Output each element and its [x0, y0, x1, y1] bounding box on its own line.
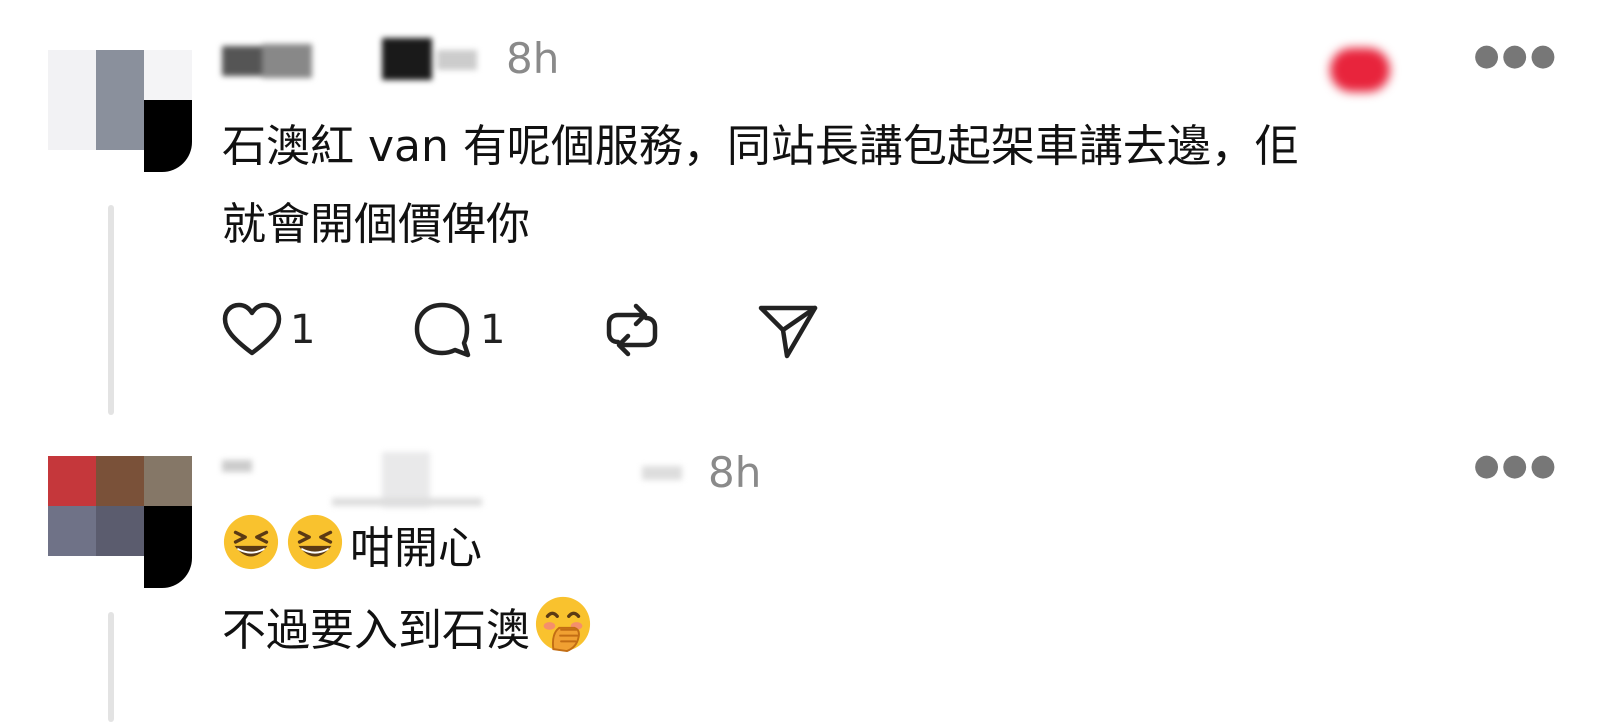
thread-line: [108, 612, 114, 722]
like-count: 1: [290, 307, 316, 353]
speech-bubble-icon: [414, 302, 471, 358]
reply-count: 1: [480, 307, 506, 353]
repost-button[interactable]: [602, 300, 757, 360]
post-header: 8h: [222, 446, 1562, 508]
username-redacted[interactable]: [222, 452, 692, 508]
reply-post-2: 8h ●●● 咁開心 不過要入到石澳: [0, 440, 1600, 722]
post-text-segment: 咁開心: [350, 523, 482, 574]
reply-post-1: 8h ●●● 石澳紅 van 有呢個服務，同站長講包起架車講去邊，佢 就會開個價…: [0, 0, 1600, 420]
avatar[interactable]: [48, 444, 192, 588]
post-text-line: 不過要入到石澳: [222, 592, 598, 670]
grinning-squinting-face-icon: [223, 514, 279, 570]
post-text-line: 石澳紅 van 有呢個服務，同站長講包起架車講去邊，佢: [222, 121, 1299, 172]
post-text-line: 就會開個價俾你: [222, 199, 530, 250]
post-text: 石澳紅 van 有呢個服務，同站長講包起架車講去邊，佢 就會開個價俾你: [222, 108, 1299, 264]
timestamp: 8h: [506, 34, 560, 83]
more-options-icon[interactable]: ●●●: [1473, 448, 1558, 483]
face-with-hand-over-mouth-icon: [535, 596, 591, 653]
repost-icon: [606, 303, 658, 357]
post-text-line: 咁開心: [222, 510, 598, 588]
paper-plane-icon: [758, 305, 818, 359]
more-options-icon[interactable]: ●●●: [1473, 38, 1558, 73]
thread-line: [108, 205, 114, 415]
username-redacted[interactable]: [222, 36, 492, 86]
post-text: 咁開心 不過要入到石澳: [222, 510, 598, 670]
reply-button[interactable]: 1: [412, 301, 602, 359]
grinning-squinting-face-icon: [287, 514, 343, 570]
like-button[interactable]: 1: [222, 302, 412, 358]
timestamp: 8h: [708, 448, 762, 497]
post-text-segment: 不過要入到石澳: [222, 605, 530, 656]
post-header: 8h: [222, 30, 1562, 92]
heart-icon: [222, 302, 282, 356]
verified-badge: [1330, 48, 1390, 92]
action-bar: 1 1: [222, 300, 837, 360]
share-button[interactable]: [757, 300, 837, 360]
avatar[interactable]: [48, 28, 192, 172]
